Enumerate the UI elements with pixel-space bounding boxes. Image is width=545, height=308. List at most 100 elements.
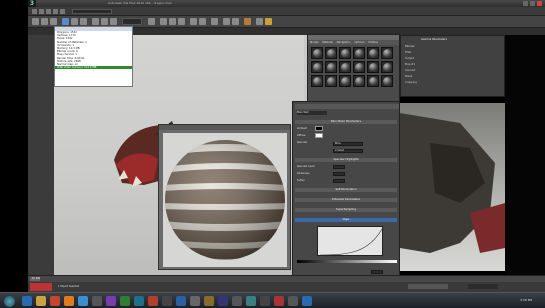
menu-modes[interactable]: Modes <box>310 41 318 44</box>
folder-icon[interactable] <box>92 296 102 306</box>
material-editor-icon[interactable] <box>244 18 251 25</box>
glossiness-input[interactable] <box>333 172 345 176</box>
max-taskbar-icon[interactable] <box>246 296 256 306</box>
maximize-icon[interactable] <box>530 1 535 6</box>
firefox-icon[interactable] <box>64 296 74 306</box>
save-icon[interactable] <box>46 9 51 14</box>
amount-input[interactable] <box>371 270 383 274</box>
render-icon[interactable] <box>265 18 272 25</box>
app-icon[interactable] <box>302 296 312 306</box>
menu-material[interactable]: Material <box>322 41 333 44</box>
command-row[interactable]: Output <box>405 57 500 61</box>
app-icon[interactable] <box>162 296 172 306</box>
specular-level-input[interactable] <box>333 165 345 169</box>
command-row[interactable]: Noise <box>405 75 500 79</box>
material-slot[interactable] <box>325 47 337 59</box>
playback-controls[interactable] <box>408 284 448 289</box>
app-icon[interactable] <box>176 296 186 306</box>
mirror-icon[interactable] <box>190 18 197 25</box>
media-icon[interactable] <box>50 296 60 306</box>
rotate-icon[interactable] <box>101 18 108 25</box>
section-specular[interactable]: Specular Highlights <box>295 158 397 162</box>
ie-icon[interactable] <box>22 296 32 306</box>
material-slot[interactable] <box>367 61 379 73</box>
material-slot[interactable] <box>367 47 379 59</box>
command-row[interactable]: Bitmap: <box>405 45 500 49</box>
app-logo-icon[interactable]: 3 <box>28 0 36 7</box>
material-slot[interactable] <box>381 61 393 73</box>
app-icon[interactable] <box>106 296 116 306</box>
curve-editor-icon[interactable] <box>223 18 230 25</box>
command-row[interactable]: Filter <box>405 51 500 55</box>
material-slot[interactable] <box>311 61 323 73</box>
material-slot[interactable] <box>325 75 337 87</box>
render-setup-icon[interactable] <box>256 18 263 25</box>
scale-icon[interactable] <box>110 18 117 25</box>
link-icon[interactable] <box>32 18 39 25</box>
redo-icon[interactable] <box>60 9 65 14</box>
diffuse-swatch[interactable] <box>315 133 323 138</box>
soften-input[interactable] <box>333 179 345 183</box>
bind-icon[interactable] <box>50 18 57 25</box>
material-slot[interactable] <box>339 75 351 87</box>
ambient-swatch[interactable] <box>315 126 323 131</box>
app-icon[interactable] <box>78 296 88 306</box>
menu-options[interactable]: Options <box>354 41 364 44</box>
app-icon[interactable] <box>274 296 284 306</box>
workspace-dropdown[interactable] <box>72 9 112 14</box>
start-button[interactable] <box>4 296 15 307</box>
layer-icon[interactable] <box>211 18 218 25</box>
menu-navigation[interactable]: Navigation <box>337 41 351 44</box>
material-slot[interactable] <box>381 47 393 59</box>
select-name-icon[interactable] <box>71 18 78 25</box>
open-icon[interactable] <box>39 9 44 14</box>
close-icon[interactable] <box>537 1 542 6</box>
material-slot[interactable] <box>311 47 323 59</box>
stats-row-selected[interactable]: Total video memory: 512.0 MB <box>55 66 132 70</box>
material-slot[interactable] <box>367 75 379 87</box>
section-extended[interactable]: Extended Parameters <box>295 198 397 202</box>
section-self-illum[interactable]: Self-Illumination <box>295 188 397 192</box>
command-row[interactable]: Map #1 <box>405 63 500 67</box>
material-name-field[interactable]: Main Wall <box>297 111 327 115</box>
region-icon[interactable] <box>80 18 87 25</box>
minimize-icon[interactable] <box>523 1 528 6</box>
app-icon[interactable] <box>148 296 158 306</box>
schematic-icon[interactable] <box>232 18 239 25</box>
command-row[interactable]: Amount <box>405 69 500 73</box>
material-slot[interactable] <box>353 47 365 59</box>
app-icon[interactable] <box>204 296 214 306</box>
frame-input[interactable] <box>468 284 498 289</box>
pivot-icon[interactable] <box>148 18 155 25</box>
app-icon[interactable] <box>218 296 228 306</box>
reference-dropdown[interactable] <box>122 18 142 25</box>
app-icon[interactable] <box>232 296 242 306</box>
align-icon[interactable] <box>199 18 206 25</box>
app-icon[interactable] <box>260 296 270 306</box>
material-slot[interactable] <box>325 61 337 73</box>
new-icon[interactable] <box>32 9 37 14</box>
command-row[interactable]: Cropping <box>405 81 500 85</box>
unlink-icon[interactable] <box>41 18 48 25</box>
material-slot[interactable] <box>339 47 351 59</box>
app-icon[interactable] <box>134 296 144 306</box>
section-blinn[interactable]: Blinn Basic Parameters <box>295 120 397 124</box>
section-supersampling[interactable]: SuperSampling <box>295 208 397 212</box>
app-icon[interactable] <box>190 296 200 306</box>
material-slot[interactable] <box>339 61 351 73</box>
move-icon[interactable] <box>92 18 99 25</box>
maxscript-listener[interactable] <box>30 283 52 291</box>
material-slot[interactable] <box>353 61 365 73</box>
app-icon[interactable] <box>288 296 298 306</box>
material-slot[interactable] <box>311 75 323 87</box>
material-slot[interactable] <box>381 75 393 87</box>
menu-utilities[interactable]: Utilities <box>368 41 378 44</box>
explorer-icon[interactable] <box>36 296 46 306</box>
angle-snap-icon[interactable] <box>169 18 176 25</box>
undo-icon[interactable] <box>53 9 58 14</box>
material-slot[interactable] <box>353 75 365 87</box>
snap-icon[interactable] <box>160 18 167 25</box>
select-icon[interactable] <box>62 18 69 25</box>
percent-snap-icon[interactable] <box>178 18 185 25</box>
camera-viewport[interactable] <box>400 103 505 271</box>
